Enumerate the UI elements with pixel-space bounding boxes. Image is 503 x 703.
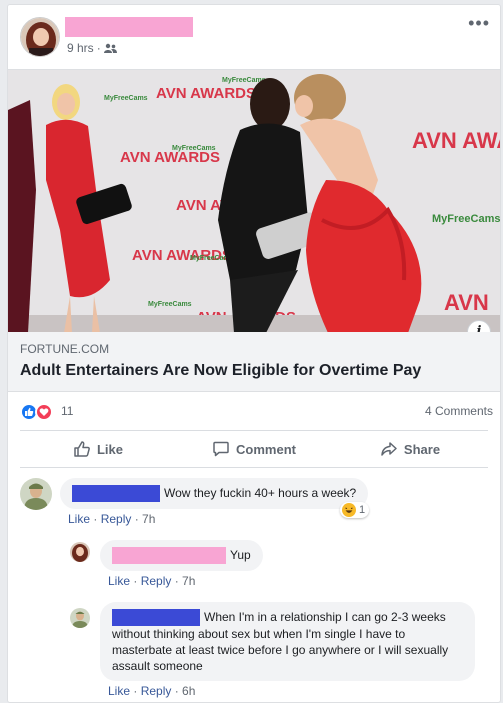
love-reaction-icon [35,403,53,421]
comment-button[interactable]: Comment [176,431,332,467]
reaction-summary: 11 4 Comments [8,392,500,430]
commenter-name-redacted[interactable] [112,547,226,565]
like-label: Like [96,441,123,457]
comment-count[interactable]: 4 Comments [425,404,493,418]
commenter-avatar[interactable] [20,478,52,510]
comment-like-link[interactable]: Like [108,574,130,588]
comment-time[interactable]: 6h [182,684,195,698]
link-info[interactable]: FORTUNE.COM Adult Entertainers Are Now E… [8,332,500,392]
comment-reply-link[interactable]: Reply [101,512,132,526]
commenter-avatar[interactable] [70,608,90,628]
commenter-name-redacted[interactable] [112,609,200,627]
comment-meta: Like · Reply · 7h [68,512,156,526]
haha-reaction-icon [342,503,356,517]
commenter-name-redacted[interactable] [72,485,160,503]
more-options-button[interactable]: ••• [468,13,490,34]
svg-text:MyFreeCams: MyFreeCams [172,145,216,152]
post-meta: 9 hrs · [67,41,117,55]
like-button[interactable]: Like [20,431,176,467]
post-card: 9 hrs · ••• AVN AWARDS AVN AWARDS AVN AW… [7,4,501,703]
comment-text: Wow they fuckin 40+ hours a week? [164,486,357,500]
share-label: Share [403,441,441,457]
comment-reply-link[interactable]: Reply [141,574,172,588]
svg-text:AVN AWARDS: AVN AWARDS [156,85,256,102]
reaction-icons[interactable] [20,403,53,421]
comment-reaction-count: 1 [359,504,366,516]
svg-text:MyFreeCams: MyFreeCams [148,301,192,308]
svg-text:MyFreeCams: MyFreeCams [432,213,500,225]
svg-text:MyFreeCams: MyFreeCams [104,95,148,102]
share-icon [381,442,397,456]
post-header: 9 hrs · ••• [8,5,500,69]
comment-meta: Like · Reply · 7h [108,574,196,588]
link-preview-image[interactable]: AVN AWARDS AVN AWARDS AVN AWARDS AVN AWA… [8,69,500,332]
thumbs-up-icon [74,441,90,457]
poster-avatar[interactable] [20,17,60,57]
comment-bubble[interactable]: Yup [100,540,263,572]
link-domain: FORTUNE.COM [20,342,110,356]
svg-text:AVN: AVN [444,290,489,315]
action-bar: Like Comment Share [20,430,488,468]
comment-like-link[interactable]: Like [68,512,90,526]
post-time[interactable]: 9 hrs [67,41,94,55]
commenter-avatar[interactable] [70,542,90,562]
comment-bubble[interactable]: Wow they fuckin 40+ hours a week? [60,478,369,510]
reaction-count[interactable]: 11 [61,404,73,418]
share-button[interactable]: Share [332,431,488,467]
link-title[interactable]: Adult Entertainers Are Now Eligible for … [20,362,488,380]
comments-section: Wow they fuckin 40+ hours a week? 1 Like… [8,468,500,698]
friends-icon [103,43,117,53]
comment-text: Yup [230,548,251,562]
comment-time[interactable]: 7h [142,512,155,526]
svg-text:AVN AWARDS: AVN AWARDS [412,128,500,153]
comment-icon [213,441,229,457]
comment-reaction-badge[interactable]: 1 [340,502,370,518]
comment-time[interactable]: 7h [182,574,195,588]
comment-reply-link[interactable]: Reply [141,684,172,698]
comment-bubble[interactable]: When I'm in a relationship I can go 2-3 … [100,602,475,682]
poster-name-redacted[interactable] [65,17,193,37]
comment-like-link[interactable]: Like [108,684,130,698]
comment-meta: Like · Reply · 6h [108,684,196,698]
comment-label: Comment [236,441,296,457]
